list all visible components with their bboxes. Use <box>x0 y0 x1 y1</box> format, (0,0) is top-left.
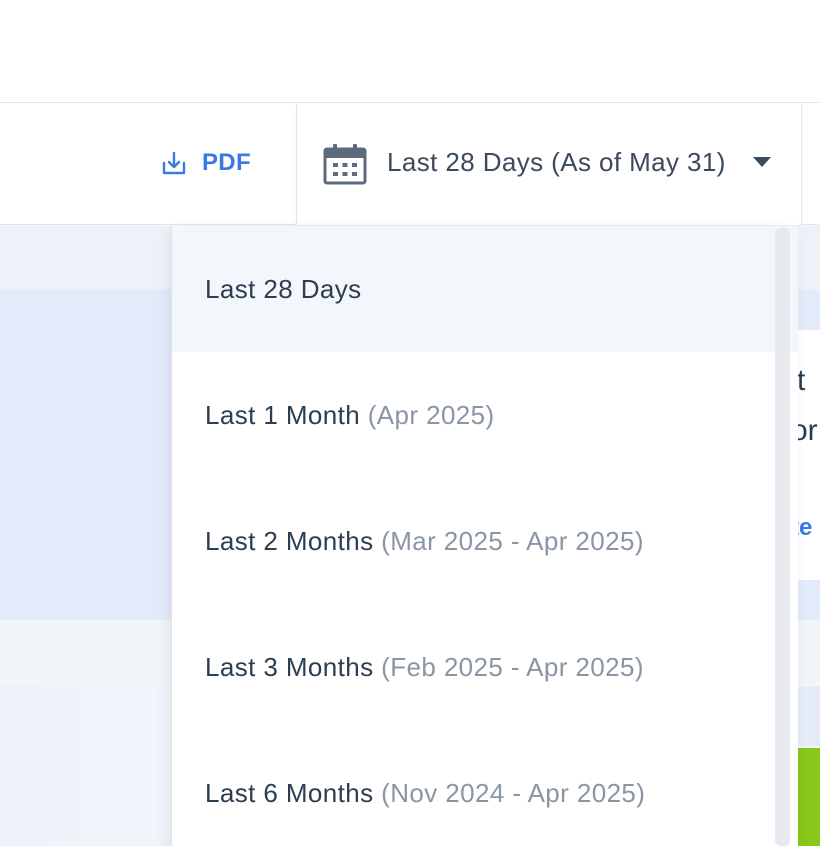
caret-down-icon <box>753 157 771 167</box>
download-icon <box>160 149 188 177</box>
option-label: Last 2 Months <box>205 526 382 556</box>
dropdown-option-last-1-month[interactable]: Last 1 Month (Apr 2025) <box>172 352 798 479</box>
report-toolbar: PDF Last 28 Days (As of May 31) <box>0 103 820 225</box>
top-header <box>0 0 820 103</box>
date-range-label: Last 28 Days (As of May 31) <box>387 147 726 177</box>
option-label: Last 1 Month <box>205 400 368 430</box>
pdf-button-label: PDF <box>202 149 251 176</box>
option-sublabel: (Nov 2024 - Apr 2025) <box>381 778 646 808</box>
date-range-selector[interactable]: Last 28 Days (As of May 31) <box>296 103 802 225</box>
calendar-icon <box>323 143 367 185</box>
pdf-export-button[interactable]: PDF <box>160 147 251 179</box>
green-bar <box>798 748 820 846</box>
option-label: Last 3 Months <box>205 652 382 682</box>
date-range-dropdown: Last 28 Days Last 1 Month (Apr 2025) Las… <box>171 226 798 846</box>
option-sublabel: (Mar 2025 - Apr 2025) <box>381 526 644 556</box>
dropdown-option-last-28-days[interactable]: Last 28 Days <box>172 226 798 353</box>
dropdown-scrollbar[interactable] <box>775 228 790 846</box>
option-sublabel: (Feb 2025 - Apr 2025) <box>381 652 644 682</box>
dropdown-option-last-3-months[interactable]: Last 3 Months (Feb 2025 - Apr 2025) <box>172 604 798 731</box>
option-label: Last 28 Days <box>205 274 362 304</box>
dropdown-option-last-6-months[interactable]: Last 6 Months (Nov 2024 - Apr 2025) <box>172 730 798 846</box>
background-strip <box>798 686 820 746</box>
option-sublabel: (Apr 2025) <box>367 400 495 430</box>
dropdown-option-last-2-months[interactable]: Last 2 Months (Mar 2025 - Apr 2025) <box>172 478 798 605</box>
card-text: t <box>797 364 806 397</box>
option-label: Last 6 Months <box>205 778 382 808</box>
